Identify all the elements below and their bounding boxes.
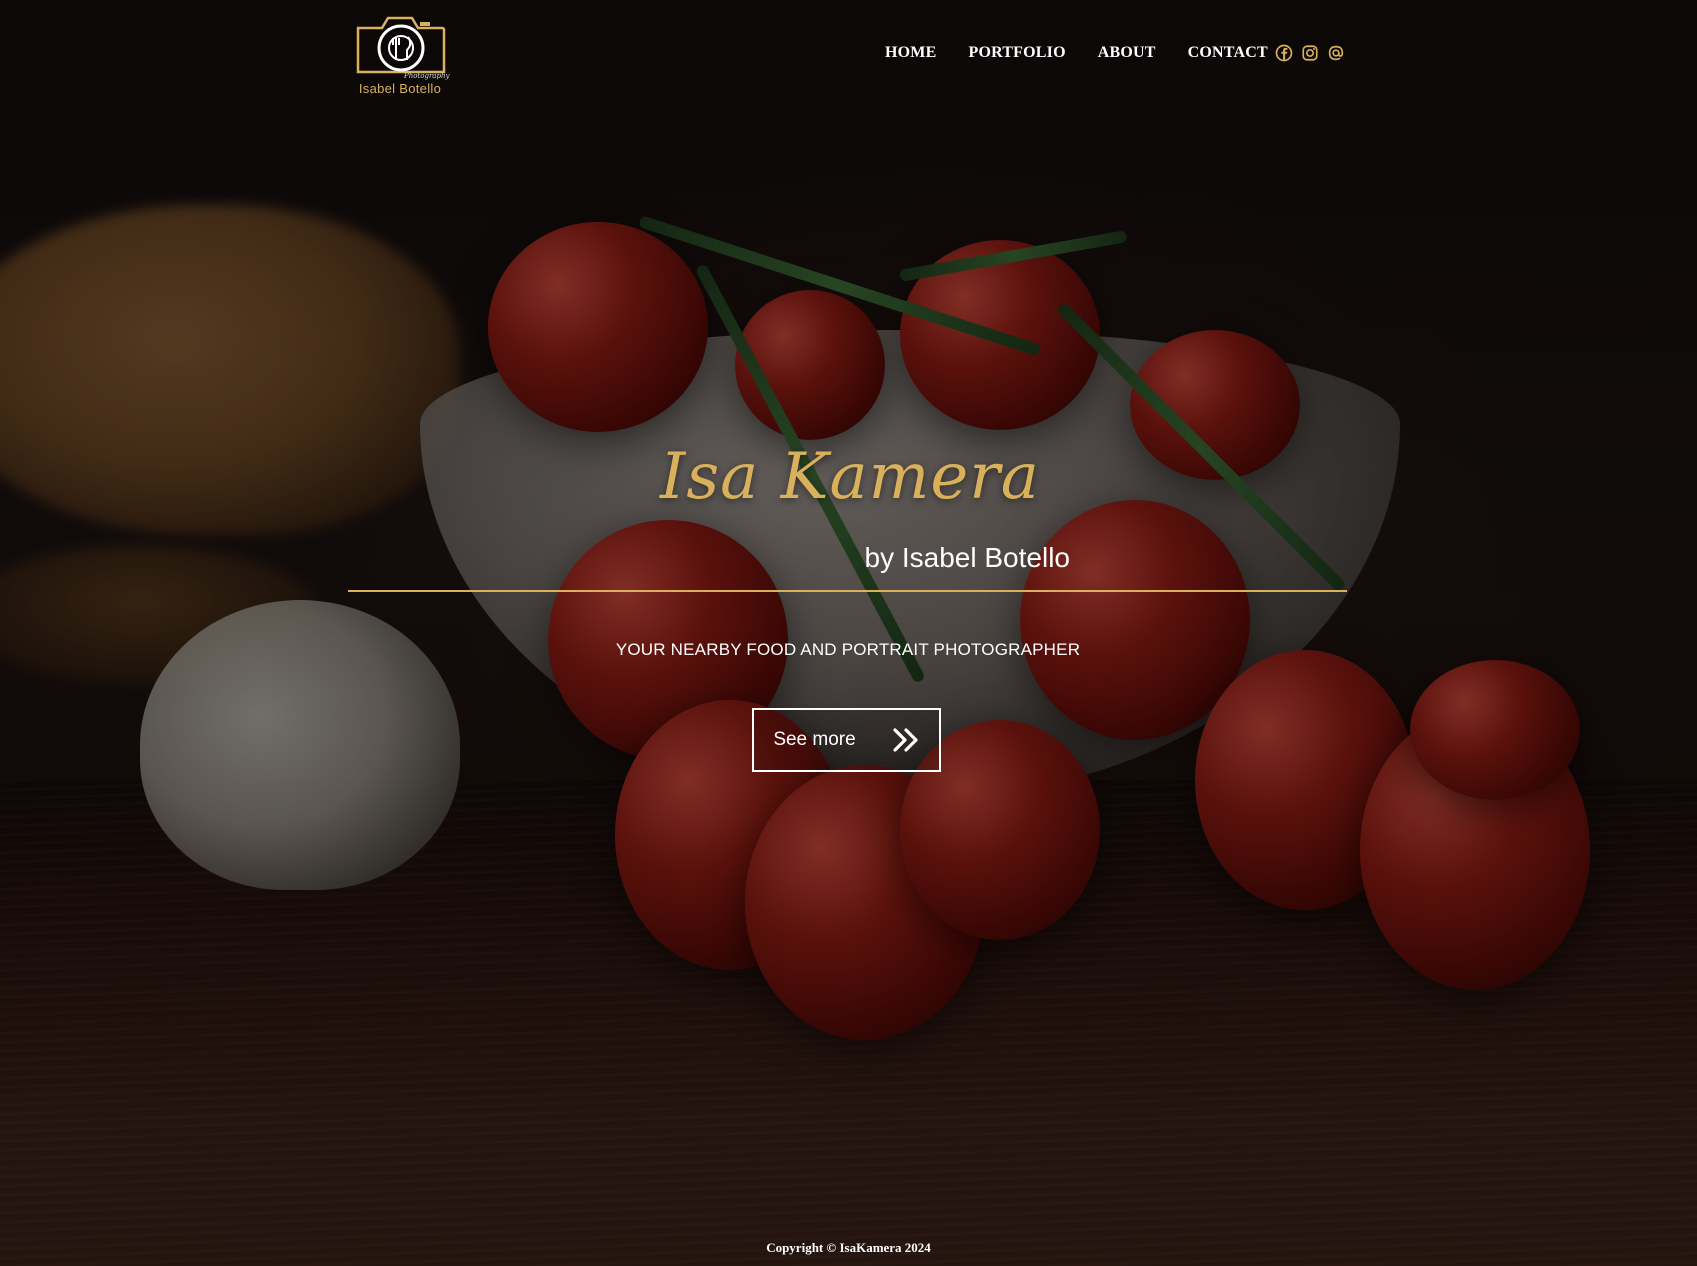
footer-copyright: Copyright © IsaKamera 2024	[766, 1240, 931, 1255]
email-at-icon	[1328, 45, 1344, 61]
nav-item-portfolio[interactable]: PORTFOLIO	[968, 44, 1065, 62]
see-more-label: See more	[773, 729, 856, 750]
site-logo[interactable]: Photography Isabel Botello	[348, 10, 452, 96]
page: Photography Isabel Botello HOME PORTFOLI…	[0, 0, 1697, 1266]
logo-tagline-script: Photography	[404, 72, 450, 80]
email-link[interactable]	[1327, 44, 1345, 62]
logo-name: Isabel Botello	[358, 81, 442, 96]
site-header: Photography Isabel Botello HOME PORTFOLI…	[0, 0, 1697, 110]
nav-item-contact[interactable]: CONTACT	[1188, 44, 1268, 62]
nav-item-home[interactable]: HOME	[885, 44, 936, 62]
main-nav: HOME PORTFOLIO ABOUT CONTACT	[885, 44, 1268, 62]
see-more-button[interactable]: See more	[752, 708, 941, 772]
nav-item-about[interactable]: ABOUT	[1098, 44, 1156, 62]
hero-subtitle: by Isabel Botello	[864, 542, 1070, 573]
instagram-icon	[1302, 45, 1318, 61]
gold-divider	[348, 590, 1347, 592]
double-chevron-right-icon	[893, 728, 918, 752]
facebook-icon	[1275, 44, 1293, 62]
social-links	[1275, 44, 1345, 62]
dark-overlay	[0, 0, 1697, 1266]
hero-background-photo	[0, 0, 1697, 1266]
instagram-link[interactable]	[1301, 44, 1319, 62]
camera-logo-icon	[356, 16, 446, 74]
facebook-link[interactable]	[1275, 44, 1293, 62]
hero-tagline: YOUR NEARBY FOOD AND PORTRAIT PHOTOGRAPH…	[615, 640, 1081, 659]
hero-title: Isa Kamera	[660, 440, 1040, 514]
